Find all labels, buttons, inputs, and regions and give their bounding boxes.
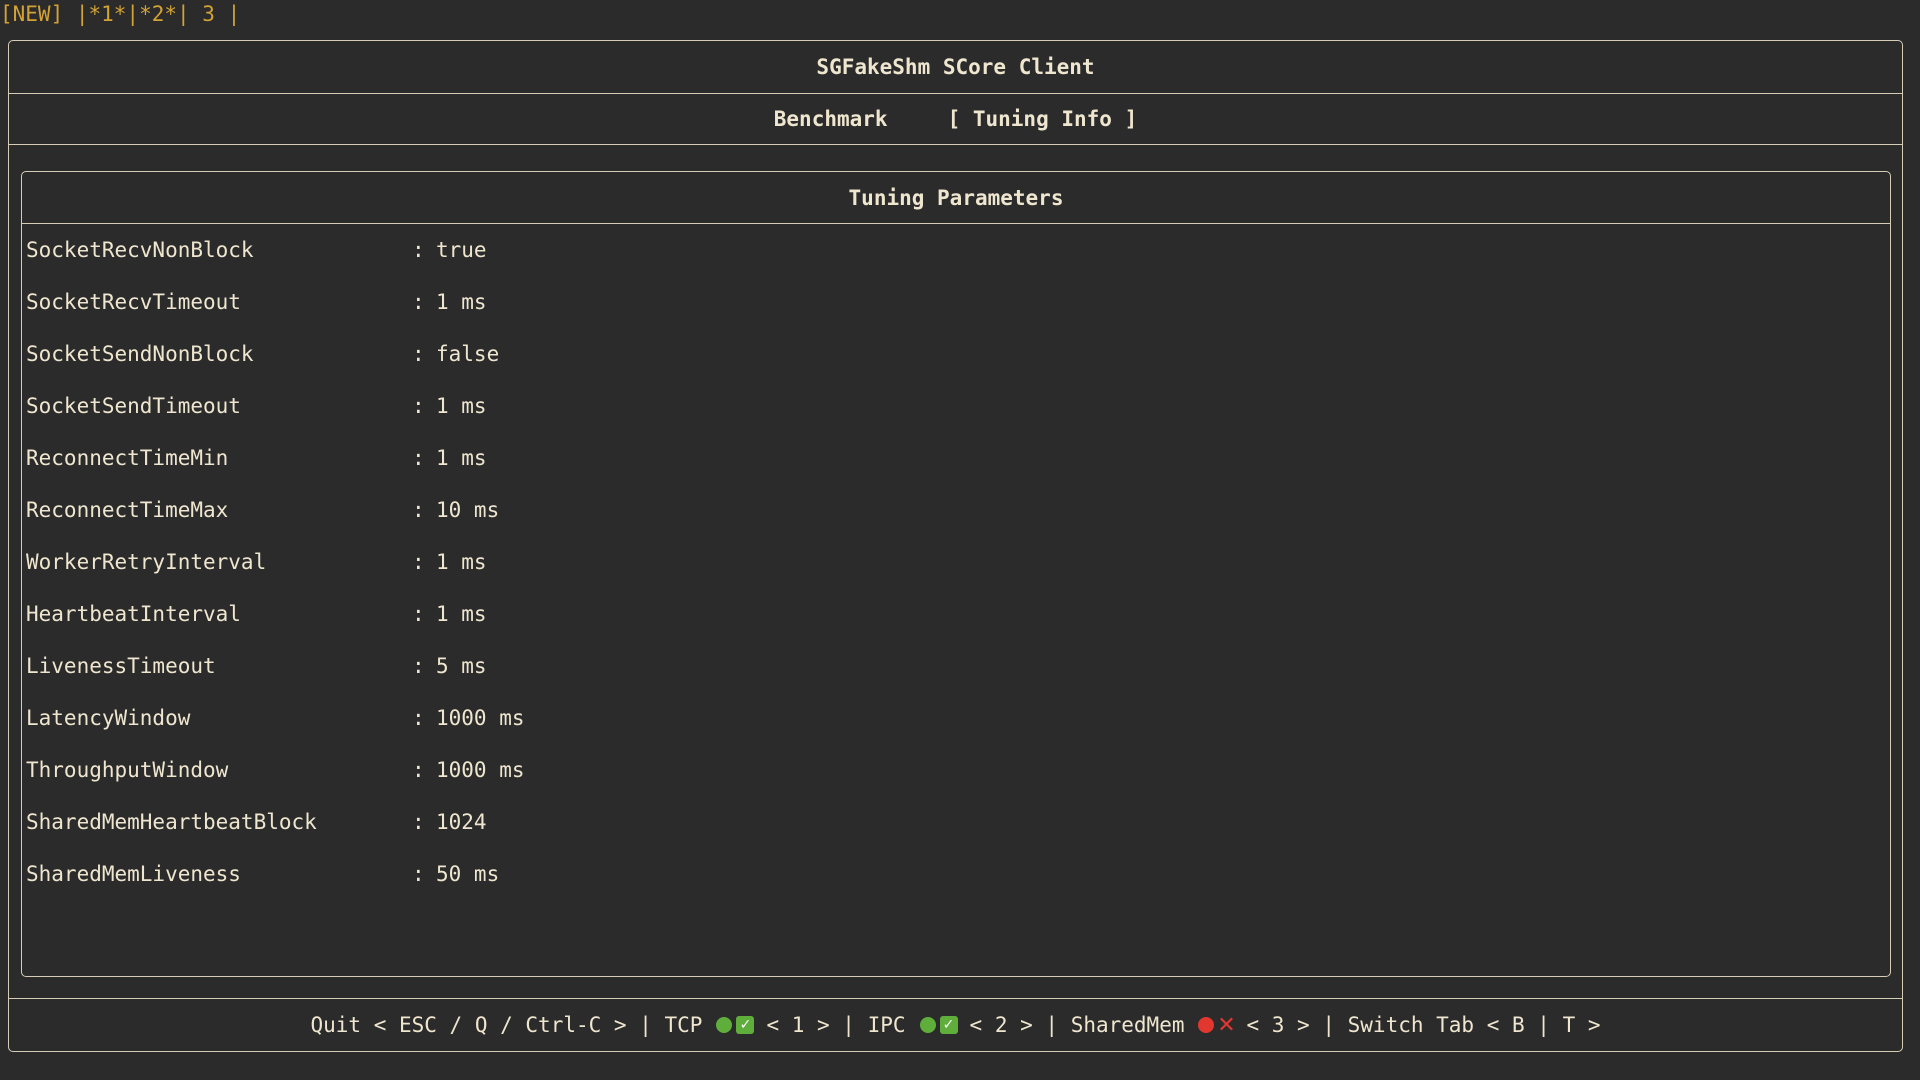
param-value: 50 ms [436,862,500,886]
param-value: 1024 [436,810,487,834]
tab-tuning-info[interactable]: [ Tuning Info ] [918,107,1168,131]
param-key: WorkerRetryInterval [26,550,267,574]
check-icon: ✓ [736,1016,755,1034]
param-value: 1000 ms [436,758,525,782]
param-separator: : [412,290,425,314]
param-key: LivenessTimeout [26,654,216,678]
shm-label: SharedMem [1070,1013,1185,1037]
param-row: LivenessTimeout:5 ms [22,652,1890,704]
param-row: SocketRecvNonBlock: true [22,236,1890,288]
panel-title: Tuning Parameters [22,172,1890,224]
param-key: SharedMemHeartbeatBlock [26,810,317,834]
ipc-label: IPC [867,1013,906,1037]
param-key: HeartbeatInterval [26,602,241,626]
param-key: SocketSendNonBlock [26,342,254,366]
param-value: false [436,342,500,366]
tab-benchmark[interactable]: Benchmark [744,107,918,131]
param-value: 5 ms [436,654,487,678]
param-key: ReconnectTimeMin [26,446,229,470]
param-value: 1 ms [436,394,487,418]
param-row: ThroughputWindow:1000 ms [22,756,1890,808]
param-key: LatencyWindow [26,706,191,730]
param-separator: : [412,394,425,418]
param-key: SocketSendTimeout [26,394,241,418]
param-row: SocketRecvTimeout:1 ms [22,288,1890,340]
cross-icon: ✕ [1217,1012,1236,1038]
param-row: ReconnectTimeMax:10 ms [22,496,1890,548]
app-title: SGFakeShm SCore Client [9,41,1902,94]
param-row: SocketSendTimeout:1 ms [22,392,1890,444]
ipc-key-hint: < 2 > | [969,1013,1071,1037]
green-dot-icon [716,1017,733,1033]
param-row: SharedMemLiveness:50 ms [22,860,1890,912]
red-dot-icon [1198,1017,1215,1033]
param-separator: : [412,602,425,626]
tcp-label: TCP [664,1013,703,1037]
tmux-status-bar: [NEW] |*1*|*2*| 3 | [0,2,241,26]
switch-tab-hint: Switch Tab < B | T > [1347,1013,1601,1037]
param-row: LatencyWindow:1000 ms [22,704,1890,756]
param-key: SocketRecvTimeout [26,290,241,314]
param-key: SharedMemLiveness [26,862,241,886]
param-key: SocketRecvNonBlock [26,238,254,262]
param-separator: : [412,446,425,470]
param-value: 1 ms [436,602,487,626]
params-list: SocketRecvNonBlock: true SocketRecvTimeout… [22,224,1890,912]
param-row: SocketSendNonBlock: false [22,340,1890,392]
param-row: WorkerRetryInterval:1 ms [22,548,1890,600]
param-row: HeartbeatInterval:1 ms [22,600,1890,652]
param-separator: : [412,238,425,262]
app-frame: SGFakeShm SCore Client Benchmark [ Tunin… [8,40,1903,1052]
param-value: 1000 ms [436,706,525,730]
param-separator: : [412,654,425,678]
green-dot-icon [919,1017,936,1033]
param-value: 1 ms [436,446,487,470]
quit-hint: Quit < ESC / Q / Ctrl-C > | [310,1013,665,1037]
tab-bar: Benchmark [ Tuning Info ] [9,93,1902,145]
param-value: 10 ms [436,498,500,522]
param-separator: : [412,498,425,522]
shm-key-hint: < 3 > | [1246,1013,1348,1037]
tcp-key-hint: < 1 > | [766,1013,868,1037]
param-separator: : [412,758,425,782]
param-value: 1 ms [436,290,487,314]
param-row: ReconnectTimeMin:1 ms [22,444,1890,496]
param-value: 1 ms [436,550,487,574]
param-separator: : [412,342,425,366]
param-key: ReconnectTimeMax [26,498,229,522]
param-separator: : [412,706,425,730]
tuning-parameters-panel: Tuning Parameters SocketRecvNonBlock: tru… [21,171,1891,977]
footer-help-bar: Quit < ESC / Q / Ctrl-C > | TCP ✓ < 1 > … [9,998,1902,1051]
param-value: true [436,238,487,262]
check-icon: ✓ [939,1016,958,1034]
param-key: ThroughputWindow [26,758,229,782]
param-row: SharedMemHeartbeatBlock:1024 [22,808,1890,860]
param-separator: : [412,810,425,834]
param-separator: : [412,550,425,574]
param-separator: : [412,862,425,886]
